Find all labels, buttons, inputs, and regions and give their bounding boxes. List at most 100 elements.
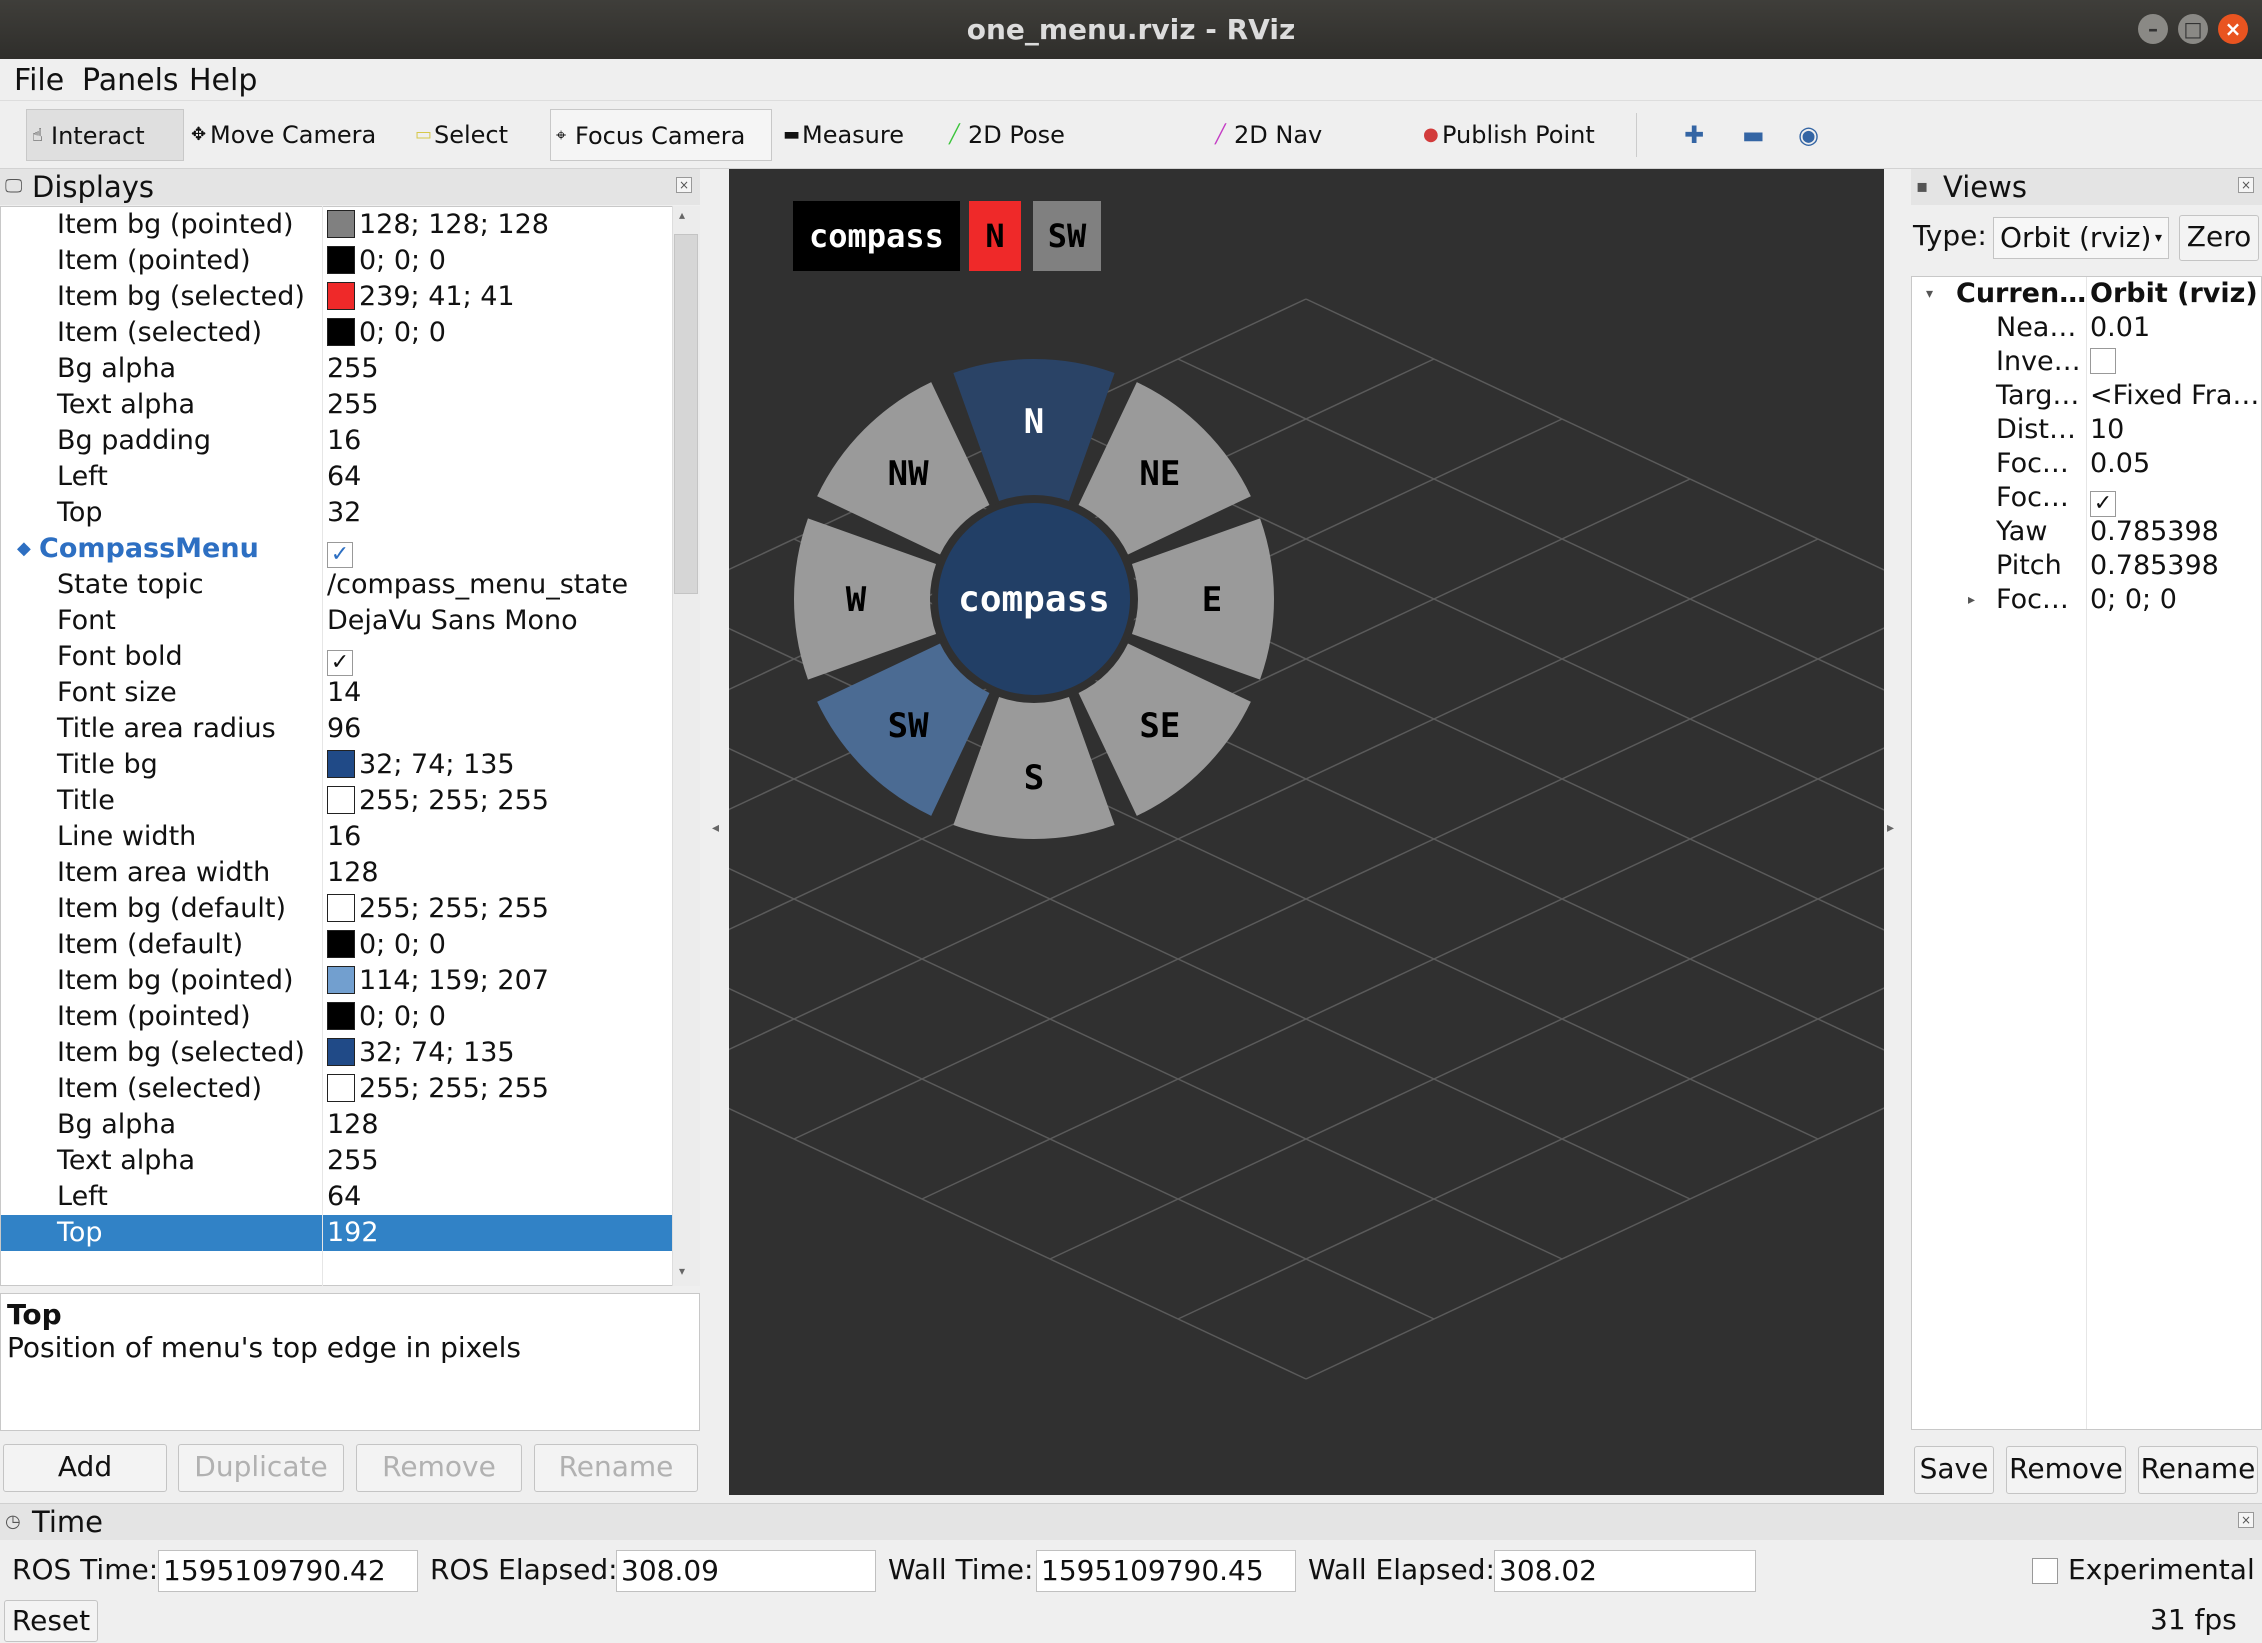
property-value[interactable]: 255; 255; 255 (327, 891, 549, 927)
property-value[interactable]: 255 (327, 351, 379, 387)
reset-button[interactable]: Reset (4, 1600, 98, 1642)
view-property-row[interactable]: Nea… 0.01 (1912, 311, 2261, 345)
scrollbar-thumb[interactable] (674, 234, 698, 594)
view-property-row[interactable]: Yaw 0.785398 (1912, 515, 2261, 549)
property-row[interactable]: Font bold ✓ (1, 639, 673, 676)
property-row[interactable]: Font size 14 (1, 675, 673, 711)
property-value[interactable]: 192 (327, 1215, 379, 1251)
view-property-row[interactable]: Foc… 0.05 (1912, 447, 2261, 481)
property-value[interactable]: 0; 0; 0 (327, 999, 446, 1035)
close-views-icon[interactable]: × (2238, 177, 2254, 193)
property-row[interactable]: Title 255; 255; 255 (1, 783, 673, 819)
checkbox[interactable] (2090, 348, 2116, 374)
color-swatch[interactable] (327, 930, 355, 958)
add-button[interactable]: Add (3, 1444, 167, 1492)
color-swatch[interactable] (327, 894, 355, 922)
remove-button[interactable]: Remove (356, 1444, 522, 1492)
view-property-value[interactable]: ✓ (2090, 481, 2116, 517)
view-property-value[interactable]: <Fixed Fra… (2090, 379, 2259, 413)
checkbox[interactable]: ✓ (327, 650, 353, 676)
views-tree[interactable]: ▾ Curren… Orbit (rviz) Nea… 0.01 Inve… Targ… (1911, 276, 2262, 1430)
property-row[interactable]: Item (pointed) 0; 0; 0 (1, 243, 673, 279)
property-row[interactable]: Item (default) 0; 0; 0 (1, 927, 673, 963)
property-value[interactable]: 64 (327, 459, 361, 495)
rename-button[interactable]: Rename (534, 1444, 698, 1492)
views-rename-button[interactable]: Rename (2138, 1446, 2258, 1494)
color-swatch[interactable] (327, 282, 355, 310)
property-value[interactable]: 0; 0; 0 (327, 243, 446, 279)
views-remove-button[interactable]: Remove (2006, 1446, 2126, 1494)
view-property-value[interactable]: 0.785398 (2090, 549, 2219, 583)
color-swatch[interactable] (327, 966, 355, 994)
property-value[interactable]: 255; 255; 255 (327, 1071, 549, 1107)
property-value[interactable]: 128; 128; 128 (327, 207, 549, 243)
ros-time-field[interactable]: 1595109790.42 (158, 1550, 418, 1592)
tool-move-camera[interactable]: ✥ Move Camera (186, 109, 396, 161)
color-swatch[interactable] (327, 210, 355, 238)
view-property-row[interactable]: Inve… (1912, 345, 2261, 379)
view-property-value[interactable]: 0.01 (2090, 311, 2150, 345)
property-row[interactable]: Item (pointed) 0; 0; 0 (1, 999, 673, 1035)
property-value[interactable]: 239; 41; 41 (327, 279, 515, 315)
property-row[interactable]: Text alpha 255 (1, 1143, 673, 1179)
property-value[interactable]: 255; 255; 255 (327, 783, 549, 819)
property-value[interactable]: 0; 0; 0 (327, 927, 446, 963)
checkbox[interactable]: ✓ (327, 542, 353, 568)
property-row[interactable]: Item bg (pointed) 128; 128; 128 (1, 207, 673, 243)
property-row[interactable]: Item bg (default) 255; 255; 255 (1, 891, 673, 927)
property-value[interactable]: 0; 0; 0 (327, 315, 446, 351)
tool-2d-pose-estimate[interactable]: ╱2D Pose Estimate (944, 109, 1174, 201)
view-property-value[interactable]: 0.05 (2090, 447, 2150, 481)
tool-measure[interactable]: ▬ Measure (778, 109, 918, 161)
property-value[interactable]: 32; 74; 135 (327, 747, 515, 783)
scroll-up-icon[interactable]: ▴ (679, 208, 685, 222)
property-row[interactable]: Bg alpha 128 (1, 1107, 673, 1143)
scroll-down-icon[interactable]: ▾ (679, 1264, 685, 1278)
view-property-row[interactable]: Targ… <Fixed Fra… (1912, 379, 2261, 413)
property-row[interactable]: Left 64 (1, 459, 673, 495)
tool-focus-camera[interactable]: ⌖ Focus Camera (550, 109, 772, 161)
property-value[interactable]: DejaVu Sans Mono (327, 603, 578, 639)
duplicate-button[interactable]: Duplicate (178, 1444, 344, 1492)
property-value[interactable]: 255 (327, 1143, 379, 1179)
view-property-row[interactable]: ▸ Foc… 0; 0; 0 (1912, 583, 2261, 617)
color-swatch[interactable] (327, 1002, 355, 1030)
property-row[interactable]: Item (selected) 0; 0; 0 (1, 315, 673, 351)
view-property-value[interactable]: 10 (2090, 413, 2124, 447)
property-row[interactable]: State topic/compass_menu_state (1, 567, 673, 603)
wall-elapsed-field[interactable]: 308.02 (1494, 1550, 1756, 1592)
tool-publish-point[interactable]: ● Publish Point (1418, 109, 1618, 161)
property-row[interactable]: Font DejaVu Sans Mono (1, 603, 673, 639)
view-property-value[interactable]: 0; 0; 0 (2090, 583, 2177, 617)
compass-menu[interactable]: N NE E SE S SW W NW compass (784, 349, 1284, 849)
property-value[interactable]: 128 (327, 1107, 379, 1143)
property-value[interactable]: 16 (327, 423, 361, 459)
view-type-select[interactable]: Orbit (rviz) ▾ (1993, 217, 2169, 259)
property-row[interactable]: Item area width 128 (1, 855, 673, 891)
color-swatch[interactable] (327, 1038, 355, 1066)
menu-file[interactable]: File (14, 63, 64, 98)
close-time-icon[interactable]: × (2238, 1512, 2254, 1528)
experimental-checkbox[interactable] (2032, 1558, 2058, 1584)
color-swatch[interactable] (327, 318, 355, 346)
checkbox[interactable]: ✓ (2090, 491, 2116, 517)
close-panel-icon[interactable]: × (676, 177, 692, 193)
display-group-row[interactable]: ◆ CompassMenu ✓ (1, 531, 673, 568)
property-value[interactable]: 16 (327, 819, 361, 855)
close-icon[interactable]: × (2218, 14, 2248, 44)
maximize-icon[interactable]: □ (2178, 14, 2208, 44)
property-value[interactable]: ✓ (327, 639, 353, 676)
property-value[interactable]: /compass_menu_state (327, 567, 628, 603)
property-value[interactable]: 64 (327, 1179, 361, 1215)
collapse-right-icon[interactable]: ▸ (1887, 820, 1894, 836)
views-save-button[interactable]: Save (1914, 1446, 1994, 1494)
color-swatch[interactable] (327, 750, 355, 778)
property-row[interactable]: Top 32 (1, 495, 673, 531)
property-row[interactable]: Bg alpha 255 (1, 351, 673, 387)
property-row[interactable]: Item bg (selected) 32; 74; 135 (1, 1035, 673, 1071)
menu-panels[interactable]: Panels (82, 63, 179, 98)
property-row[interactable]: Text alpha 255 (1, 387, 673, 423)
view-property-row[interactable]: Foc… ✓ (1912, 481, 2261, 517)
property-value[interactable]: ✓ (327, 531, 353, 568)
property-value[interactable]: 32; 74; 135 (327, 1035, 515, 1071)
